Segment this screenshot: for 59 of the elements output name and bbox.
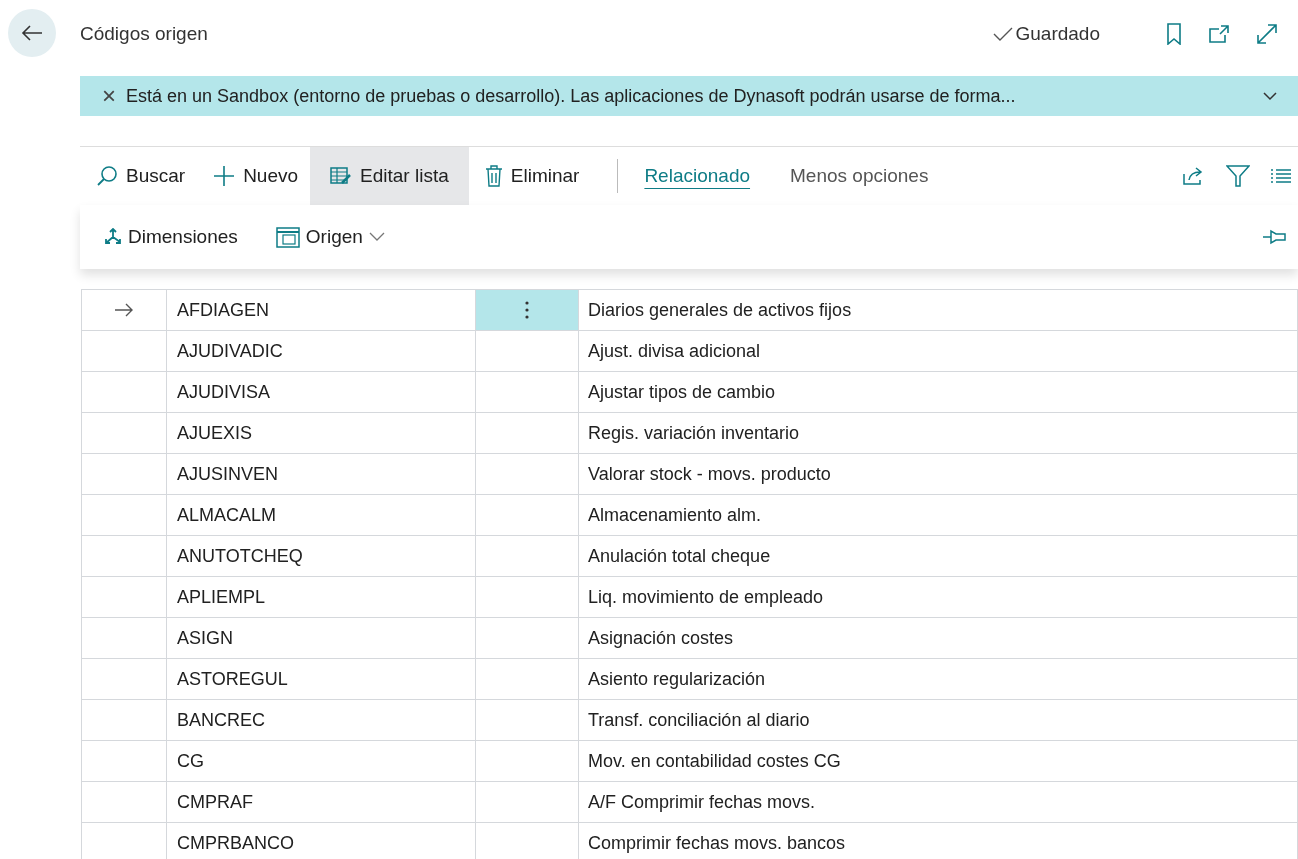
back-button[interactable]	[8, 9, 56, 57]
description-cell: Ajust. divisa adicional	[578, 331, 1298, 371]
description-cell: Ajustar tipos de cambio	[578, 372, 1298, 412]
pin-icon[interactable]	[1262, 229, 1286, 245]
code-cell[interactable]: AJUEXIS	[166, 413, 475, 453]
code-cell[interactable]: CMPRBANCO	[166, 823, 475, 859]
open-new-window-icon[interactable]	[1208, 24, 1230, 44]
list-icon[interactable]	[1270, 167, 1292, 185]
toolbar-button[interactable]: Editar lista	[310, 147, 469, 205]
current-row-arrow-icon	[114, 303, 134, 317]
page-title: Códigos origen	[80, 23, 208, 45]
menu-button[interactable]: Origen	[261, 226, 399, 248]
dimensions-icon	[104, 228, 122, 246]
save-status: Guardado	[1015, 23, 1100, 45]
description-cell: Diarios generales de activos fijos	[578, 290, 1298, 330]
code-cell[interactable]: ANUTOTCHEQ	[166, 536, 475, 576]
toolbar-button[interactable]: Nuevo	[197, 147, 311, 205]
toolbar-button[interactable]: Eliminar	[468, 147, 592, 205]
chevron-down-icon	[368, 232, 385, 242]
code-cell[interactable]: APLIEMPL	[166, 577, 475, 617]
trash-icon	[484, 165, 503, 187]
description-cell: Regis. variación inventario	[578, 413, 1298, 453]
back-arrow-icon	[21, 25, 43, 41]
banner-message: Está en un Sandbox (entorno de pruebas o desarrollo). Las aplicaciones de Dynasoft podrán usarse de forma...	[126, 85, 1017, 107]
action-tab[interactable]: Relacionado	[644, 147, 751, 205]
menu-button[interactable]: Dimensiones	[90, 226, 252, 248]
plus-icon	[213, 165, 236, 187]
code-cell[interactable]: AJUSINVEN	[166, 454, 475, 494]
description-cell: Transf. conciliación al diario	[578, 700, 1298, 740]
description-cell: Mov. en contabilidad costes CG	[578, 741, 1298, 781]
row-actions-cell[interactable]	[475, 290, 578, 330]
code-cell[interactable]: ASTOREGUL	[166, 659, 475, 699]
action-tab[interactable]: Menos opciones	[790, 147, 929, 205]
toolbar-button[interactable]: Buscar	[80, 147, 198, 205]
code-cell[interactable]: CMPRAF	[166, 782, 475, 822]
code-cell[interactable]: ASIGN	[166, 618, 475, 658]
description-cell: Liq. movimiento de empleado	[578, 577, 1298, 617]
filter-icon[interactable]	[1226, 165, 1250, 187]
close-button[interactable]: ×	[102, 84, 116, 108]
code-cell[interactable]: AJUDIVADIC	[166, 331, 475, 371]
code-cell[interactable]: CG	[166, 741, 475, 781]
more-options-icon[interactable]	[525, 301, 529, 319]
description-cell: Asignación costes	[578, 618, 1298, 658]
code-cell[interactable]: AJUDIVISA	[166, 372, 475, 412]
description-cell: Comprimir fechas movs. bancos	[578, 823, 1298, 859]
checkmark-icon	[993, 26, 1014, 42]
edit-grid-icon	[330, 166, 353, 186]
chevron-down-icon[interactable]	[1262, 91, 1278, 101]
code-cell[interactable]: BANCREC	[166, 700, 475, 740]
description-cell: Almacenamiento alm.	[578, 495, 1298, 535]
bookmark-icon[interactable]	[1166, 23, 1182, 45]
description-cell: Asiento regularización	[578, 659, 1298, 699]
calendar-icon	[275, 226, 300, 248]
description-cell: Anulación total cheque	[578, 536, 1298, 576]
description-cell: Valorar stock - movs. producto	[578, 454, 1298, 494]
expand-icon[interactable]	[1256, 23, 1278, 45]
description-cell: A/F Comprimir fechas movs.	[578, 782, 1298, 822]
code-cell[interactable]: ALMACALM	[166, 495, 475, 535]
search-icon	[96, 165, 118, 187]
